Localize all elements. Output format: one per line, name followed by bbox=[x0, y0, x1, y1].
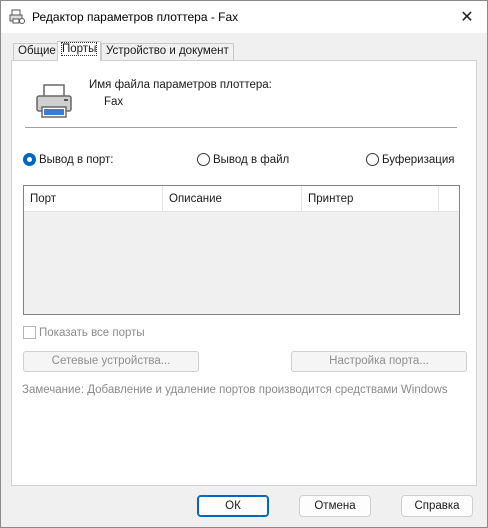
column-printer[interactable]: Принтер bbox=[302, 186, 439, 212]
radio-unchecked-icon bbox=[366, 153, 379, 166]
ports-list-header: Порт Описание Принтер bbox=[24, 186, 459, 212]
radio-output-to-port[interactable]: Вывод в порт: bbox=[23, 153, 114, 166]
title-bar: Редактор параметров плоттера - Fax ✕ bbox=[1, 1, 487, 33]
ports-panel: Имя файла параметров плоттера: Fax Вывод… bbox=[11, 60, 477, 486]
tab-label: Порты bbox=[60, 42, 98, 56]
network-devices-button[interactable]: Сетевые устройства... bbox=[23, 351, 199, 372]
radio-spooling[interactable]: Буферизация bbox=[366, 153, 455, 166]
tab-ports[interactable]: Порты bbox=[57, 41, 102, 61]
separator bbox=[25, 127, 457, 128]
help-button[interactable]: Справка bbox=[401, 495, 473, 517]
column-port[interactable]: Порт bbox=[24, 186, 163, 212]
plotter-file-label: Имя файла параметров плоттера: bbox=[89, 79, 272, 91]
plotter-config-window: Редактор параметров плоттера - Fax ✕ Общ… bbox=[0, 0, 488, 528]
radio-output-to-file[interactable]: Вывод в файл bbox=[197, 153, 289, 166]
plotter-app-icon bbox=[9, 9, 25, 24]
tab-general[interactable]: Общие bbox=[13, 43, 61, 60]
window-title: Редактор параметров плоттера - Fax bbox=[32, 10, 239, 24]
ports-note: Замечание: Добавление и удаление портов … bbox=[22, 384, 448, 396]
port-settings-button[interactable]: Настройка порта... bbox=[291, 351, 467, 372]
checkbox-label: Показать все порты bbox=[39, 326, 145, 339]
show-all-ports-checkbox[interactable]: Показать все порты bbox=[23, 326, 145, 339]
checkbox-icon bbox=[23, 326, 36, 339]
radio-label: Буферизация bbox=[382, 153, 455, 166]
ok-button[interactable]: ОК bbox=[197, 495, 269, 517]
radio-label: Вывод в файл bbox=[213, 153, 290, 166]
tab-label: Устройство и документ bbox=[106, 45, 229, 57]
printer-icon bbox=[36, 84, 72, 118]
close-icon: ✕ bbox=[460, 9, 474, 26]
cancel-button[interactable]: Отмена bbox=[299, 495, 371, 517]
tab-device-document[interactable]: Устройство и документ bbox=[101, 43, 234, 60]
close-button[interactable]: ✕ bbox=[447, 1, 487, 33]
radio-checked-icon bbox=[23, 153, 36, 166]
ports-list[interactable]: Порт Описание Принтер bbox=[23, 185, 460, 315]
radio-label: Вывод в порт: bbox=[39, 153, 114, 166]
column-description[interactable]: Описание bbox=[163, 186, 302, 212]
plotter-file-name: Fax bbox=[104, 96, 124, 108]
tab-label: Общие bbox=[18, 45, 56, 57]
radio-unchecked-icon bbox=[197, 153, 210, 166]
